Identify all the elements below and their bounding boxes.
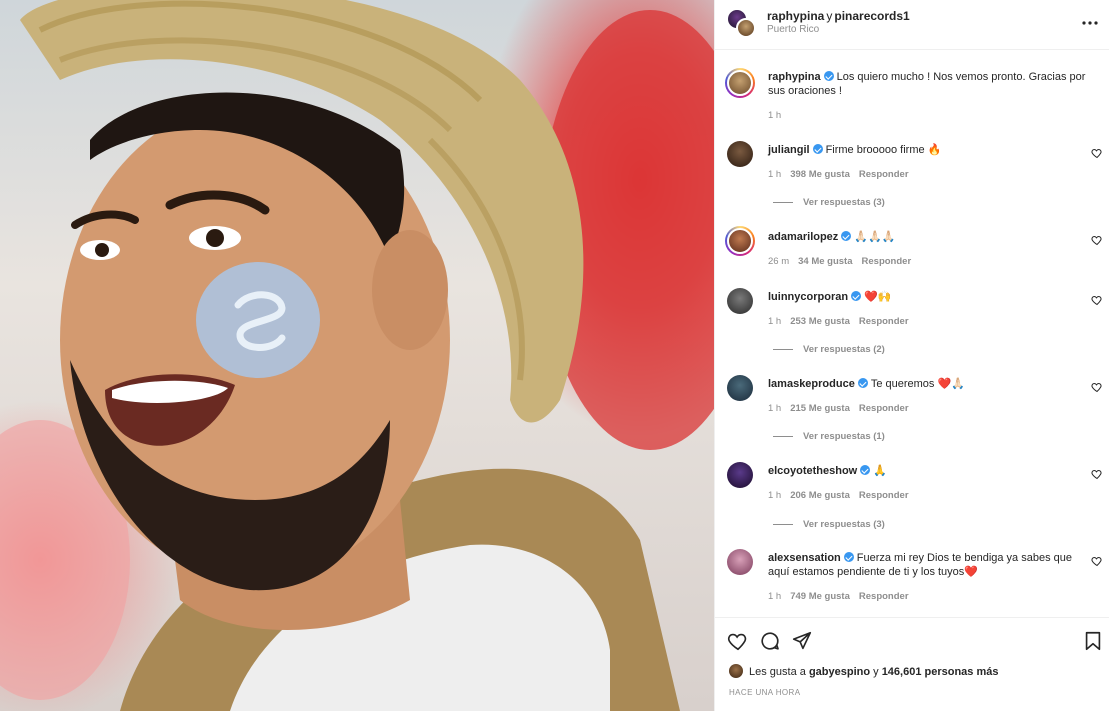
likes-summary[interactable]: Les gusta a gabyespino y 146,601 persona…	[729, 664, 999, 678]
avatar	[729, 664, 743, 678]
reply-button[interactable]: Responder	[859, 591, 909, 602]
comment-username[interactable]: alexsensation	[768, 552, 841, 564]
comment-time[interactable]: 1 h	[768, 316, 781, 327]
post-timestamp[interactable]: HACE UNA HORA	[729, 688, 800, 697]
comment-time[interactable]: 1 h	[768, 591, 781, 602]
post-authors: raphypina y pinarecords1	[767, 9, 910, 23]
comment-time[interactable]: 1 h	[768, 169, 781, 180]
verified-badge-icon	[857, 378, 868, 388]
comment-likes[interactable]: 34 Me gusta	[798, 256, 852, 267]
view-replies-label: Ver respuestas (1)	[803, 431, 885, 442]
comment-like-icon[interactable]	[1091, 555, 1103, 567]
comment-text: 🙏	[873, 465, 887, 477]
comment-text: Firme brooooo firme 🔥	[825, 144, 942, 156]
verified-badge-icon	[851, 291, 862, 301]
comment-username[interactable]: adamarilopez	[768, 231, 838, 243]
heart-icon[interactable]	[727, 630, 749, 652]
divider	[773, 435, 793, 437]
comment-time[interactable]: 1 h	[768, 490, 781, 501]
comment-like-icon[interactable]	[1091, 468, 1103, 480]
view-replies-label: Ver respuestas (2)	[803, 344, 885, 355]
divider	[773, 523, 793, 525]
comment-text: 🙏🏻🙏🏻🙏🏻	[854, 231, 896, 243]
comment-likes[interactable]: 253 Me gusta	[790, 316, 850, 327]
more-options-icon[interactable]	[1081, 14, 1099, 32]
view-replies-button[interactable]: Ver respuestas (2)	[773, 344, 885, 355]
view-replies-button[interactable]: Ver respuestas (3)	[773, 197, 885, 208]
comment-like-icon[interactable]	[1091, 147, 1103, 159]
comment-username[interactable]: luinnycorporan	[768, 291, 848, 303]
comment-like-icon[interactable]	[1091, 294, 1103, 306]
comment-like-icon[interactable]	[1091, 234, 1103, 246]
avatar[interactable]	[725, 226, 755, 256]
likes-prefix: Les gusta a	[749, 666, 806, 678]
verified-badge-icon	[843, 552, 854, 562]
comment-time[interactable]: 1 h	[768, 110, 781, 121]
reply-button[interactable]: Responder	[859, 316, 909, 327]
view-replies-button[interactable]: Ver respuestas (1)	[773, 431, 885, 442]
view-replies-label: Ver respuestas (3)	[803, 519, 885, 530]
comment-like-icon[interactable]	[1091, 381, 1103, 393]
likes-others[interactable]: 146,601 personas más	[882, 666, 999, 678]
comment-username[interactable]: elcoyotetheshow	[768, 465, 857, 477]
divider	[773, 201, 793, 203]
comment-username[interactable]: juliangil	[768, 144, 810, 156]
likes-first-user[interactable]: gabyespino	[809, 666, 870, 678]
comment-text: Te queremos ❤️🙏🏻	[870, 378, 965, 390]
author-link[interactable]: raphypina	[767, 9, 824, 23]
comment-time[interactable]: 26 m	[768, 256, 789, 267]
avatar[interactable]	[727, 375, 753, 401]
collab-avatars[interactable]	[727, 9, 757, 39]
comment-time[interactable]: 1 h	[768, 403, 781, 414]
bookmark-icon[interactable]	[1082, 630, 1104, 652]
avatar	[736, 18, 756, 38]
comment-likes[interactable]: 749 Me gusta	[790, 591, 850, 602]
avatar[interactable]	[727, 288, 753, 314]
verified-badge-icon	[812, 144, 823, 154]
avatar[interactable]	[727, 549, 753, 575]
view-replies-button[interactable]: Ver respuestas (3)	[773, 519, 885, 530]
post-image-illustration	[0, 0, 714, 711]
comment-likes[interactable]: 215 Me gusta	[790, 403, 850, 414]
post-header: raphypina y pinarecords1 Puerto Rico	[715, 0, 1109, 50]
authors-conjunction: y	[826, 9, 833, 23]
reply-button[interactable]: Responder	[862, 256, 912, 267]
collaborator-link[interactable]: pinarecords1	[834, 9, 909, 23]
view-replies-label: Ver respuestas (3)	[803, 197, 885, 208]
post-photo[interactable]	[0, 0, 714, 711]
avatar[interactable]	[727, 462, 753, 488]
comment-likes[interactable]: 398 Me gusta	[790, 169, 850, 180]
comments-list[interactable]: raphypina Los quiero mucho ! Nos vemos pr…	[715, 51, 1109, 617]
post-actions-bar: Les gusta a gabyespino y 146,601 persona…	[715, 617, 1109, 711]
location-link[interactable]: Puerto Rico	[767, 24, 819, 35]
comment-username[interactable]: lamaskeproduce	[768, 378, 855, 390]
comment-icon[interactable]	[759, 630, 781, 652]
comment-likes[interactable]: 206 Me gusta	[790, 490, 850, 501]
comment-username[interactable]: raphypina	[768, 71, 821, 83]
verified-badge-icon	[841, 231, 852, 241]
avatar[interactable]	[725, 68, 755, 98]
comment-text: ❤️🙌	[864, 291, 892, 303]
verified-badge-icon	[860, 465, 871, 475]
avatar[interactable]	[727, 141, 753, 167]
share-icon[interactable]	[791, 630, 813, 652]
likes-middle: y	[873, 666, 879, 678]
reply-button[interactable]: Responder	[859, 490, 909, 501]
reply-button[interactable]: Responder	[859, 403, 909, 414]
verified-badge-icon	[823, 71, 834, 81]
divider	[773, 348, 793, 350]
post-side-panel: raphypina y pinarecords1 Puerto Rico raphy…	[714, 0, 1109, 711]
reply-button[interactable]: Responder	[859, 169, 909, 180]
